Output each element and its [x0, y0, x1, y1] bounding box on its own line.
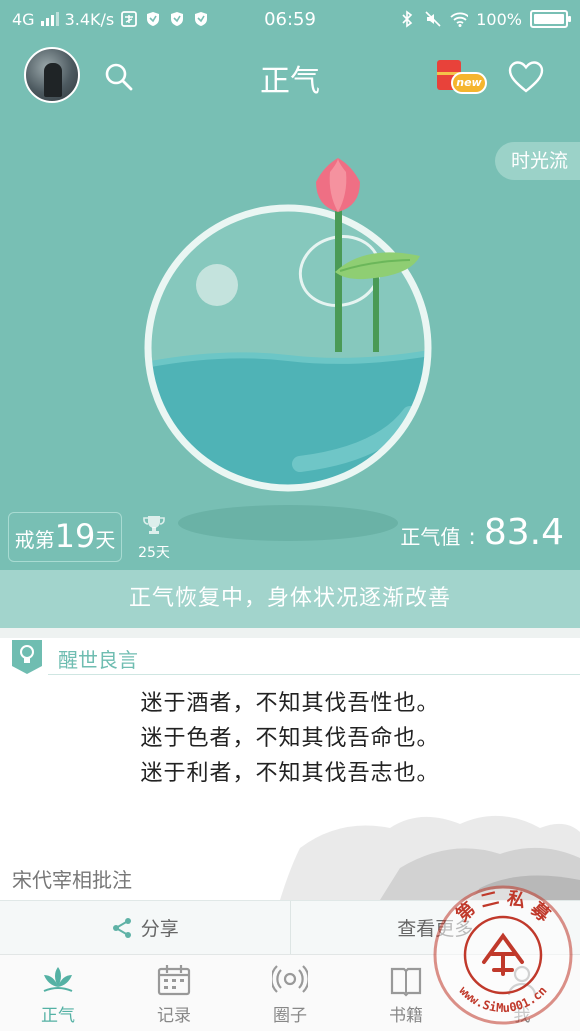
tab-zhengqi[interactable]: 正气 — [0, 955, 116, 1031]
battery-icon — [530, 10, 571, 28]
page-title: 正气 — [260, 64, 320, 99]
trophy-icon — [143, 516, 165, 534]
quote-text: 迷于酒者，不知其伐吾性也。 迷于色者，不知其伐吾命也。 迷于利者，不知其伐吾志也… — [0, 686, 580, 791]
lightbulb-icon — [12, 640, 42, 674]
tab-label: 正气 — [41, 1006, 75, 1026]
record-days: 25天 — [138, 545, 170, 561]
tab-circle[interactable]: 圈子 — [232, 955, 348, 1031]
quote-line: 迷于利者，不知其伐吾志也。 — [140, 761, 440, 786]
tab-label: 圈子 — [273, 1006, 307, 1026]
heart-icon[interactable] — [508, 60, 544, 94]
quote-source: 宋代宰相批注 — [12, 868, 132, 892]
quote-card: 醒世良言 迷于酒者，不知其伐吾性也。 迷于色者，不知其伐吾命也。 迷于利者，不知… — [0, 638, 580, 900]
status-message-banner: 正气恢复中，身体状况逐渐改善 — [0, 570, 580, 628]
share-icon — [112, 917, 131, 938]
watermark-seal: 第 二 私 募 www.SiMu001.cn — [433, 885, 573, 1025]
abstain-days: 19 — [54, 517, 96, 555]
qi-label: 正气值 — [400, 525, 461, 549]
hero-panel: 时光流 戒第 19 天 25天 正气值 : 83.4 — [0, 114, 580, 570]
section-divider — [0, 628, 580, 638]
record-trophy[interactable]: 25天 — [136, 514, 172, 562]
tab-records[interactable]: 记录 — [116, 955, 232, 1031]
abstain-days-badge[interactable]: 戒第 19 天 — [8, 512, 122, 562]
divider — [48, 674, 580, 675]
quote-line: 迷于酒者，不知其伐吾性也。 — [140, 691, 440, 716]
qi-value-display: 正气值 : 83.4 — [400, 512, 564, 553]
lotus-icon — [43, 967, 73, 992]
quote-card-title: 醒世良言 — [58, 648, 138, 672]
quote-line: 迷于色者，不知其伐吾命也。 — [140, 726, 440, 751]
status-bar: 4G 3.4K/s 06:59 100% — [0, 0, 580, 38]
share-button[interactable]: 分享 — [0, 901, 290, 954]
share-label: 分享 — [140, 918, 179, 940]
app-header: 正气 new — [0, 38, 580, 114]
abstain-prefix: 戒第 — [14, 528, 55, 552]
timeflow-button[interactable]: 时光流 — [494, 142, 580, 180]
abstain-suffix: 天 — [95, 528, 116, 552]
qi-value: 83.4 — [483, 512, 564, 553]
calendar-icon — [157, 965, 191, 996]
red-envelope-button[interactable]: new — [437, 60, 487, 98]
new-badge: new — [451, 72, 487, 94]
broadcast-icon — [272, 965, 308, 993]
lotus-bowl-illustration — [144, 158, 432, 541]
tab-label: 书籍 — [389, 1006, 423, 1026]
book-icon — [390, 967, 422, 997]
qi-colon: : — [468, 525, 476, 550]
tab-label: 记录 — [157, 1006, 191, 1026]
clock: 06:59 — [264, 8, 316, 30]
